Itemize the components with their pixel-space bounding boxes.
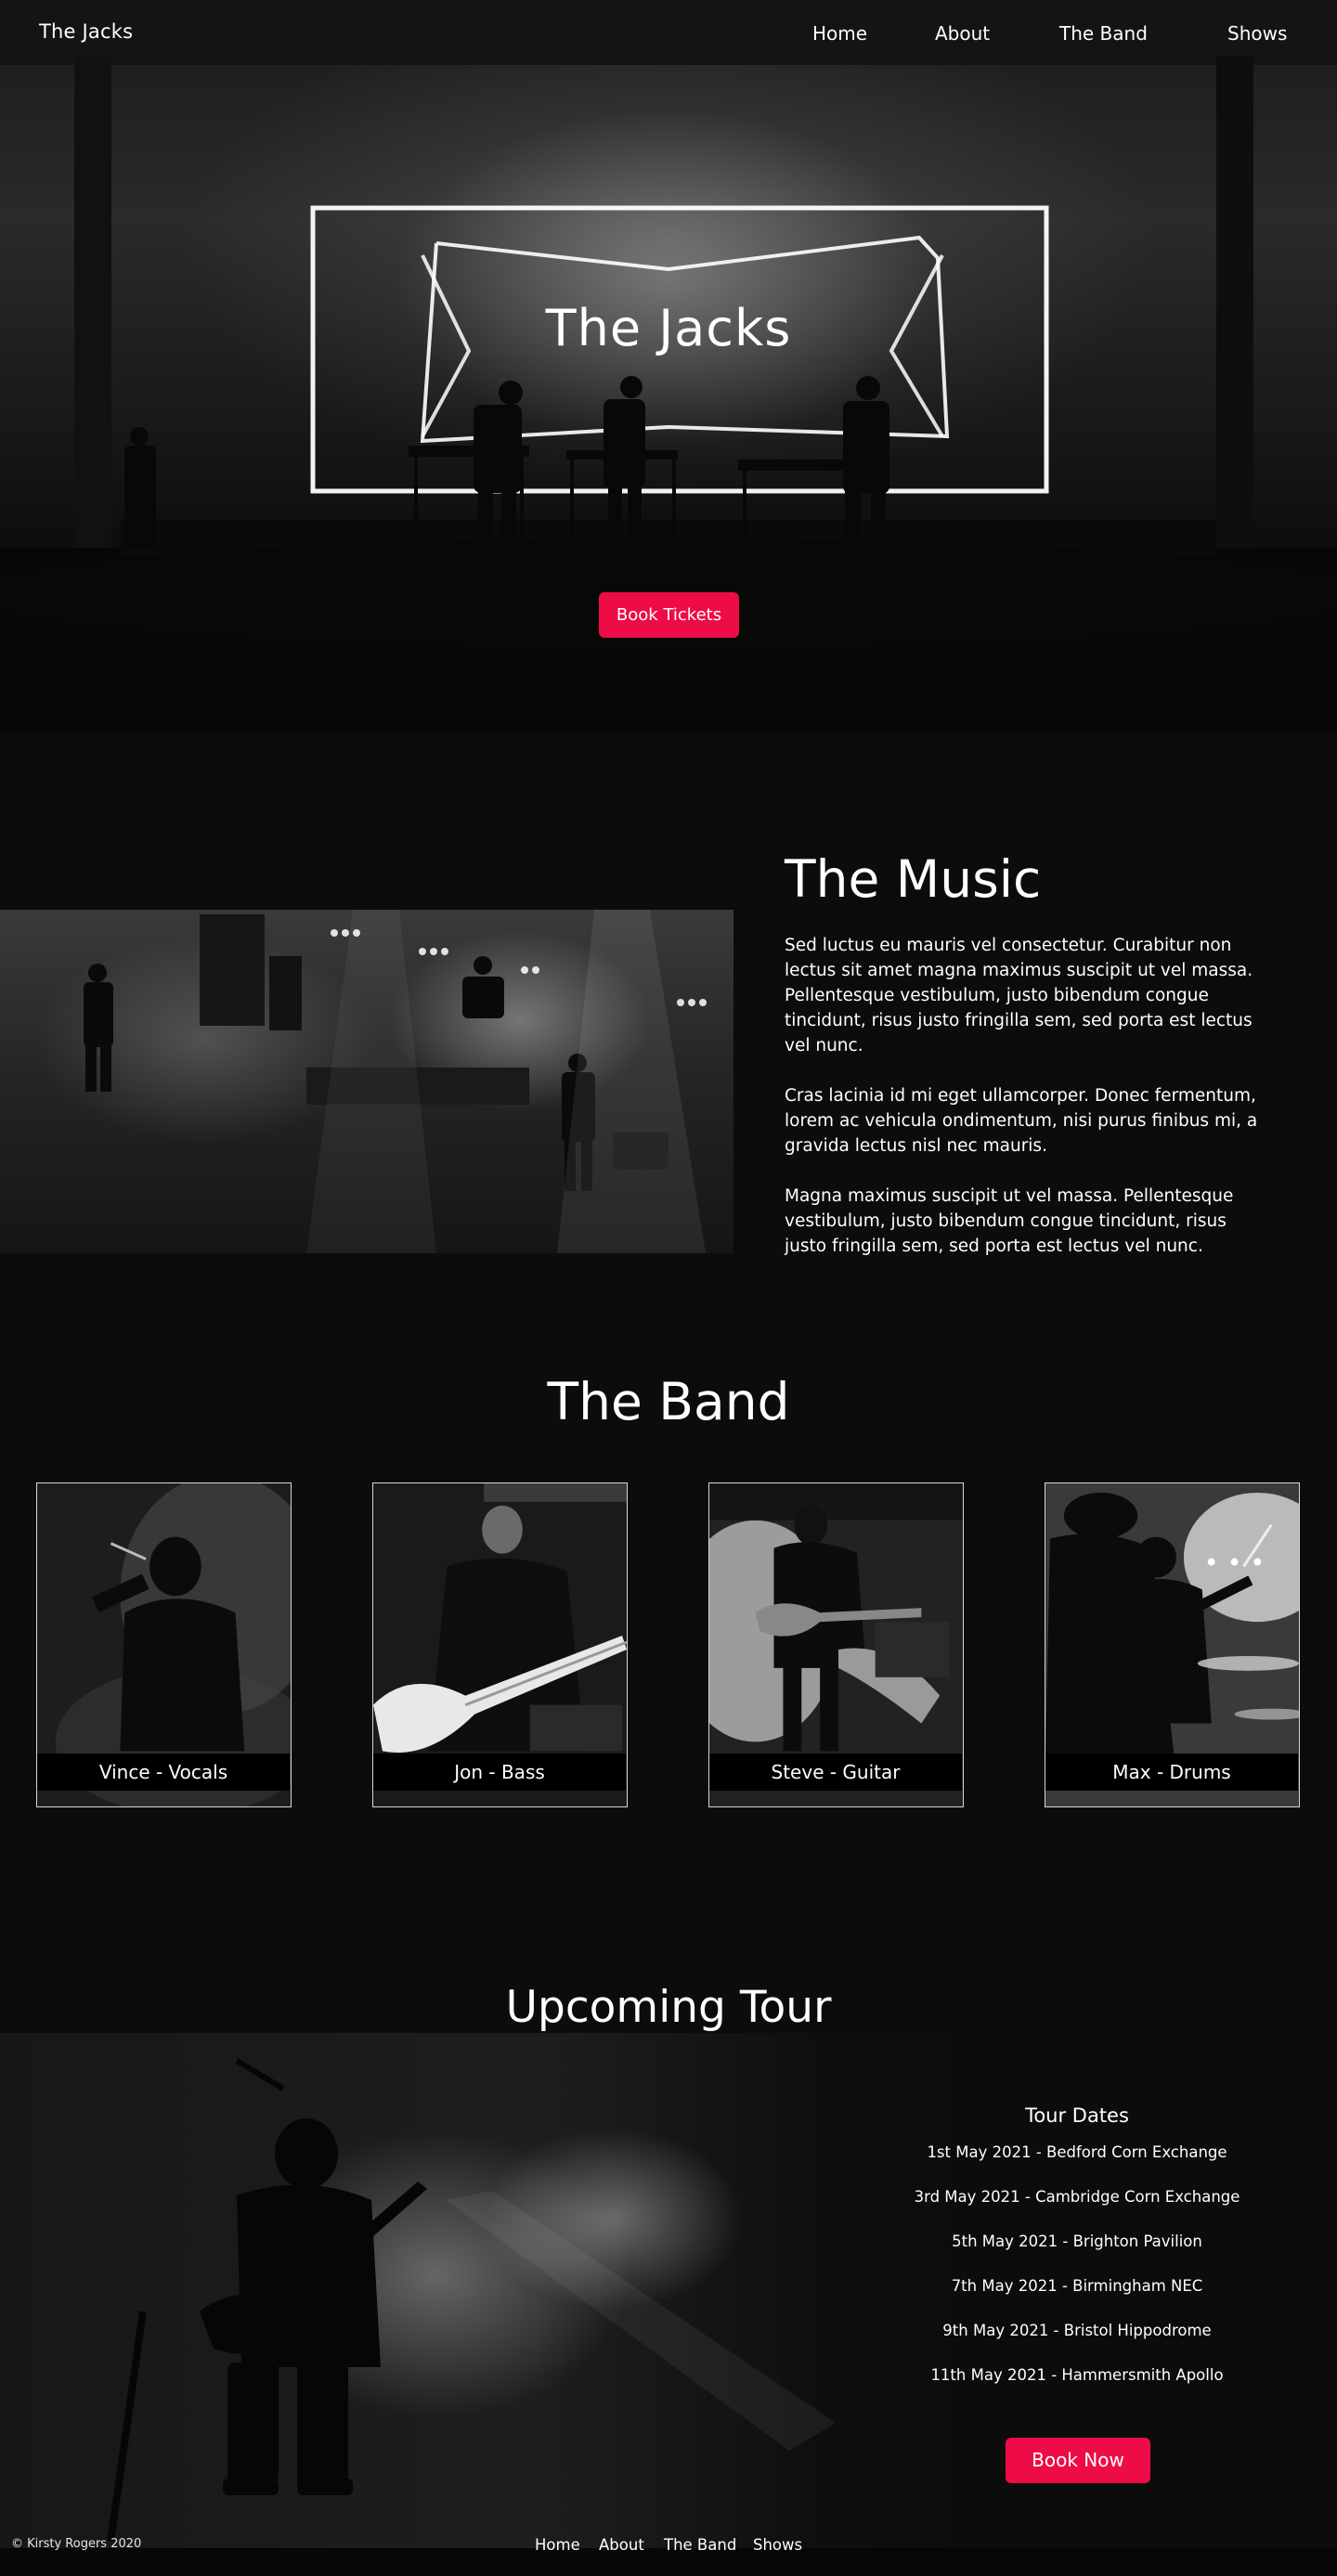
band-member-card[interactable]: Steve - Guitar	[708, 1482, 964, 1807]
footer-link-the-band[interactable]: The Band	[664, 2536, 736, 2554]
nav-link-about[interactable]: About	[935, 22, 990, 45]
music-paragraph-3: Magna maximus suscipit ut vel massa. Pel…	[785, 1186, 1234, 1256]
footer-copyright: © Kirsty Rogers 2020	[11, 2537, 142, 2551]
footer-link-home[interactable]: Home	[535, 2536, 580, 2554]
footer-link-shows[interactable]: Shows	[753, 2536, 802, 2554]
nav-link-the-band[interactable]: The Band	[1059, 22, 1148, 45]
tour-date-item: 9th May 2021 - Bristol Hippodrome	[942, 2322, 1212, 2339]
band-member-label: Vince - Vocals	[37, 1754, 290, 1791]
tour-date-item: 7th May 2021 - Birmingham NEC	[951, 2277, 1203, 2295]
band-member-card[interactable]: Vince - Vocals	[36, 1482, 292, 1807]
band-member-label: Max - Drums	[1045, 1754, 1298, 1791]
tour-date-item: 5th May 2021 - Brighton Pavilion	[952, 2233, 1202, 2250]
music-title: The Music	[785, 849, 1042, 909]
music-paragraph-2: Cras lacinia id mi eget ullamcorper. Don…	[785, 1086, 1258, 1156]
book-now-button[interactable]: Book Now	[1006, 2438, 1150, 2483]
band-member-card[interactable]: Jon - Bass	[372, 1482, 628, 1807]
tour-title: Upcoming Tour	[505, 1982, 832, 2033]
tour-dates-heading: Tour Dates	[1025, 2104, 1129, 2127]
tour-date-item: 11th May 2021 - Hammersmith Apollo	[930, 2366, 1224, 2384]
nav-link-home[interactable]: Home	[812, 22, 867, 45]
book-tickets-button[interactable]: Book Tickets	[599, 592, 739, 638]
tour-date-item: 1st May 2021 - Bedford Corn Exchange	[927, 2143, 1227, 2161]
music-paragraph-1: Sed luctus eu mauris vel consectetur. Cu…	[785, 936, 1253, 1055]
band-title: The Band	[547, 1372, 790, 1431]
band-member-card[interactable]: Max - Drums	[1045, 1482, 1300, 1807]
band-member-label: Jon - Bass	[373, 1754, 626, 1791]
music-concert-photo	[0, 910, 733, 1253]
hero-title: The Jacks	[545, 299, 792, 357]
nav-link-shows[interactable]: Shows	[1227, 22, 1287, 45]
band-member-label: Steve - Guitar	[709, 1754, 962, 1791]
nav-brand[interactable]: The Jacks	[39, 20, 133, 43]
footer-link-about[interactable]: About	[599, 2536, 644, 2554]
tour-date-item: 3rd May 2021 - Cambridge Corn Exchange	[914, 2188, 1240, 2206]
